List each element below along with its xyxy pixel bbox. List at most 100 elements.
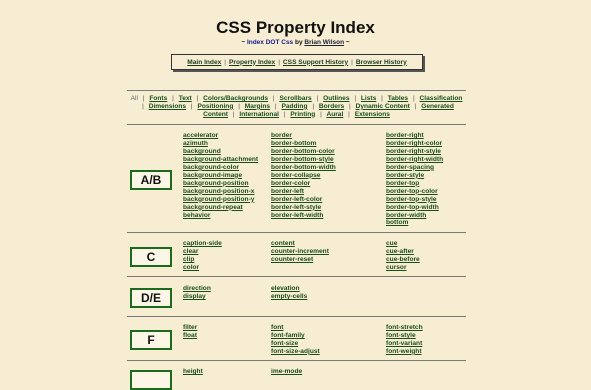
section-letter-box: C <box>130 247 172 267</box>
property-link[interactable]: border-bottom-style <box>271 156 336 164</box>
byline-by: by <box>294 39 303 46</box>
property-link[interactable]: caption-side <box>183 240 222 248</box>
property-link[interactable]: border-color <box>271 180 336 188</box>
property-link[interactable]: border-spacing <box>386 164 443 172</box>
property-link[interactable]: border-collapse <box>271 172 336 180</box>
section-letter-box: D/E <box>130 288 172 308</box>
category-link-aural[interactable]: Aural <box>326 111 343 118</box>
category-link-extensions[interactable]: Extensions <box>355 111 390 118</box>
property-link[interactable]: direction <box>183 285 211 293</box>
property-link[interactable]: cue-after <box>386 248 420 256</box>
property-link[interactable]: border-style <box>386 172 443 180</box>
property-column: filter float <box>183 324 197 340</box>
property-link[interactable]: font-size <box>271 340 320 348</box>
property-link[interactable]: border-left <box>271 188 336 196</box>
nav-main-index[interactable]: Main Index <box>187 59 221 66</box>
site-name: Index DOT Css <box>246 39 294 46</box>
property-link[interactable]: background-color <box>183 164 258 172</box>
property-link[interactable]: border-top-style <box>386 196 443 204</box>
property-link[interactable]: background-position-x <box>183 188 258 196</box>
property-link[interactable]: border-right <box>386 132 443 140</box>
property-link[interactable]: elevation <box>271 285 307 293</box>
divider <box>127 316 466 317</box>
property-link[interactable]: border-bottom-color <box>271 148 336 156</box>
property-link[interactable]: filter <box>183 324 197 332</box>
property-link[interactable]: border-width <box>386 212 443 220</box>
property-link[interactable]: float <box>183 332 197 340</box>
property-link[interactable]: border-right-color <box>386 140 443 148</box>
category-link-scrollbars[interactable]: Scrollbars <box>279 95 311 102</box>
property-link[interactable]: font-weight <box>386 348 423 356</box>
property-link[interactable]: counter-reset <box>271 256 329 264</box>
category-link-printing[interactable]: Printing <box>290 111 315 118</box>
property-link[interactable]: display <box>183 293 211 301</box>
divider <box>127 360 466 361</box>
property-link[interactable]: background <box>183 148 258 156</box>
category-separator: | <box>142 95 145 102</box>
property-link[interactable]: border <box>271 132 336 140</box>
property-link[interactable]: background-position-y <box>183 196 258 204</box>
property-link[interactable]: font <box>271 324 320 332</box>
category-link-outlines[interactable]: Outlines <box>323 95 349 102</box>
property-link[interactable]: font-variant <box>386 340 423 348</box>
property-link[interactable]: border-top <box>386 180 443 188</box>
property-link[interactable]: border-bottom-width <box>271 164 336 172</box>
property-link[interactable]: behavior <box>183 212 258 220</box>
category-link-dimensions[interactable]: Dimensions <box>149 103 186 110</box>
property-column: border border-bottom border-bottom-color bo… <box>271 132 336 219</box>
property-link[interactable]: border-left-color <box>271 196 336 204</box>
property-link[interactable]: border-right-style <box>386 148 443 156</box>
property-link[interactable]: bottom <box>386 219 443 227</box>
property-column: font font-family font-size font-size-adjust <box>271 324 320 356</box>
category-link-tables[interactable]: Tables <box>388 95 408 102</box>
category-all[interactable]: All <box>131 95 138 102</box>
property-link[interactable]: cue-before <box>386 256 420 264</box>
nav-css-support-history[interactable]: CSS Support History <box>283 59 348 66</box>
property-link[interactable]: content <box>271 240 329 248</box>
property-link[interactable]: cursor <box>386 264 420 272</box>
property-link[interactable]: background-attachment <box>183 156 258 164</box>
property-link[interactable]: border-top-color <box>386 188 443 196</box>
nav-property-index[interactable]: Property Index <box>229 59 275 66</box>
property-link[interactable]: counter-increment <box>271 248 329 256</box>
property-link[interactable]: empty-cells <box>271 293 307 301</box>
category-link-classification[interactable]: Classification <box>420 95 463 102</box>
property-link[interactable]: accelerator <box>183 132 258 140</box>
property-link[interactable]: border-left-width <box>271 212 336 220</box>
category-separator: | <box>316 95 319 102</box>
property-link[interactable]: border-bottom <box>271 140 336 148</box>
nav-browser-history[interactable]: Browser History <box>356 59 407 66</box>
property-link[interactable]: font-style <box>386 332 423 340</box>
byline-tilde-left: ~ <box>241 39 246 46</box>
property-link[interactable]: border-right-width <box>386 156 443 164</box>
property-link[interactable]: border-left-style <box>271 204 336 212</box>
category-link-positioning[interactable]: Positioning <box>197 103 233 110</box>
category-link-dynamic-content[interactable]: Dynamic Content <box>356 103 410 110</box>
divider <box>127 124 466 125</box>
category-link-text[interactable]: Text <box>179 95 192 102</box>
property-link[interactable]: border-top-width <box>386 204 443 212</box>
property-link[interactable]: background-repeat <box>183 204 258 212</box>
property-link[interactable]: color <box>183 264 222 272</box>
category-link-padding[interactable]: Padding <box>281 103 307 110</box>
property-link[interactable]: clip <box>183 256 222 264</box>
category-link-fonts[interactable]: Fonts <box>149 95 167 102</box>
property-column: accelerator azimuth background background-a… <box>183 132 258 219</box>
property-link[interactable]: font-family <box>271 332 320 340</box>
category-separator: | <box>190 102 193 110</box>
property-link[interactable]: background-image <box>183 172 258 180</box>
property-link[interactable]: azimuth <box>183 140 258 148</box>
property-link[interactable]: font-size-adjust <box>271 348 320 356</box>
property-link[interactable]: background-position <box>183 180 258 188</box>
category-link-lists[interactable]: Lists <box>361 95 376 102</box>
author-link[interactable]: Brian Wilson <box>304 39 344 46</box>
section-letter-box: A/B <box>130 170 172 190</box>
category-link-international[interactable]: International <box>239 111 279 118</box>
property-link[interactable]: font-stretch <box>386 324 423 332</box>
category-link-colors-backgrounds[interactable]: Colors/Backgrounds <box>203 95 268 102</box>
property-link[interactable]: clear <box>183 248 222 256</box>
category-link-margins[interactable]: Margins <box>245 103 270 110</box>
divider <box>127 232 466 233</box>
category-link-borders[interactable]: Borders <box>319 103 344 110</box>
property-link[interactable]: cue <box>386 240 420 248</box>
